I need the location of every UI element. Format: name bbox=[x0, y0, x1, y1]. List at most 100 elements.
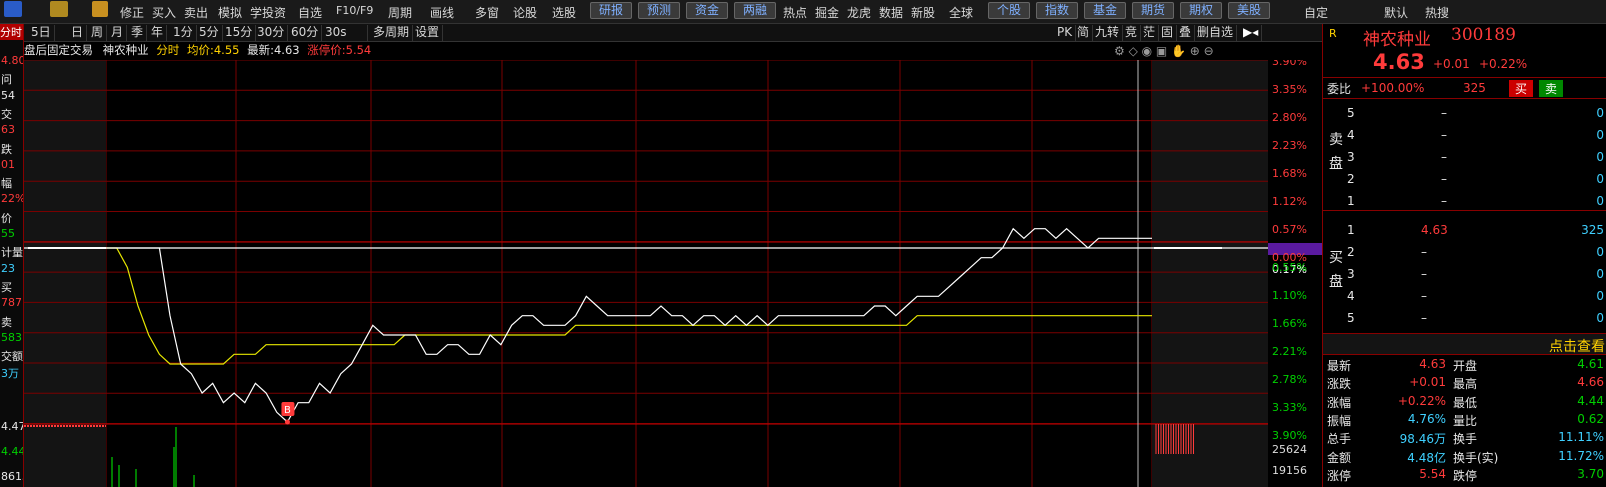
stat-value: +0.01 bbox=[1409, 375, 1446, 390]
toolbar-item[interactable]: 画线 bbox=[430, 4, 454, 21]
left-quote-strip: 分时 4.80 问 54 交 63 跌 01 幅 22% 价 55 计量 23 买 787 卖 583 交额 3万 … bbox=[0, 24, 24, 487]
axis-label-lower: 1.10% bbox=[1272, 289, 1307, 302]
toolbar-item[interactable]: 新股 bbox=[911, 4, 935, 21]
toolbar-item[interactable]: F10/F9 bbox=[336, 4, 373, 17]
avg-label: 均价: bbox=[186, 43, 214, 57]
pk-button[interactable]: PK bbox=[1054, 25, 1077, 41]
buy-level-volume: 0 bbox=[1596, 289, 1604, 303]
buy-level-price: – bbox=[1421, 267, 1427, 281]
pre-market-shade bbox=[24, 60, 106, 487]
toolbar-item[interactable]: 模拟 bbox=[218, 4, 242, 21]
toolbar-button[interactable]: 基金 bbox=[1084, 2, 1127, 19]
period-month[interactable]: 月 bbox=[108, 25, 128, 41]
simple-button[interactable]: 简 bbox=[1074, 25, 1094, 41]
settings-button[interactable]: 设置 bbox=[412, 25, 444, 41]
stat-label: 总手 bbox=[1327, 432, 1352, 447]
stat-label: 最高 bbox=[1453, 377, 1478, 392]
toolbar-item[interactable]: 热点 bbox=[783, 4, 807, 21]
delete-watchlist-button[interactable]: 删自选 bbox=[1194, 25, 1238, 41]
tab-fenshi[interactable]: 分时 bbox=[0, 24, 23, 40]
period-quarter[interactable]: 季 bbox=[128, 25, 148, 41]
toolbar-button[interactable]: 两融 bbox=[734, 2, 777, 19]
stat-value: 98.46万 bbox=[1399, 432, 1446, 447]
toolbar-item[interactable]: 周期 bbox=[388, 4, 412, 21]
toolbar-item[interactable]: 多窗 bbox=[475, 4, 499, 21]
multi-period-button[interactable]: 多周期 bbox=[370, 25, 414, 41]
price-label-bottom-2: 4.44 bbox=[1, 445, 24, 458]
stat-value: 4.63 bbox=[1419, 357, 1446, 371]
stat-value: 4.48亿 bbox=[1407, 450, 1446, 465]
buy-level-index: 3 bbox=[1347, 267, 1355, 281]
divider bbox=[1323, 98, 1606, 99]
jiuzhuan-button[interactable]: 九转 bbox=[1092, 25, 1124, 41]
toolbar-item[interactable]: 学投资 bbox=[250, 4, 286, 21]
stock-code: 300189 bbox=[1451, 25, 1516, 45]
sell-button[interactable]: 卖 bbox=[1539, 80, 1564, 97]
intraday-chart[interactable]: B 3.90%3.35%2.80%2.23%1.68%1.12%0.57%0.0… bbox=[24, 60, 1322, 487]
toolbar-item[interactable]: 默认 bbox=[1384, 4, 1408, 21]
period-1min[interactable]: 1分 bbox=[170, 25, 197, 41]
toolbar-item[interactable]: 龙虎 bbox=[847, 4, 871, 21]
stat-label: 最新 bbox=[1327, 359, 1352, 373]
latest-label: 最新: bbox=[247, 43, 274, 57]
mang-button[interactable]: 茫 bbox=[1140, 25, 1160, 41]
toolbar-button[interactable]: 指数 bbox=[1036, 2, 1079, 19]
stock-title: 神农种业 bbox=[1363, 30, 1431, 50]
toolbar-button[interactable]: 个股 bbox=[988, 2, 1031, 19]
toolbar-item[interactable]: 掘金 bbox=[815, 4, 839, 21]
days-select[interactable]: 5日 bbox=[28, 25, 55, 41]
left-strip-item: 787 bbox=[1, 296, 22, 310]
toolbar-button[interactable]: 预测 bbox=[638, 2, 681, 19]
collapse-arrow-icon[interactable]: ▶◂ bbox=[1240, 25, 1263, 41]
left-strip-item: 价 bbox=[1, 211, 12, 225]
period-day[interactable]: 日 bbox=[68, 25, 88, 41]
toolbar-item[interactable]: 买入 bbox=[152, 4, 176, 21]
avg-price-line bbox=[106, 247, 1152, 365]
period-5min[interactable]: 5分 bbox=[196, 25, 223, 41]
app-logo-icon[interactable] bbox=[4, 1, 22, 17]
toolbar-button[interactable]: 美股 bbox=[1228, 2, 1271, 19]
chart-tool-icons[interactable]: ⚙ ◇ ◉ ▣ ✋ ⊕ ⊖ bbox=[1114, 44, 1214, 58]
toolbar-item[interactable]: 热搜 bbox=[1425, 4, 1449, 21]
toolbar-button[interactable]: 研报 bbox=[590, 2, 633, 19]
stat-value: 5.54 bbox=[1419, 466, 1446, 481]
seconds-select[interactable]: 30s bbox=[322, 25, 368, 41]
fixed-button[interactable]: 固 bbox=[1158, 25, 1178, 41]
sell-level-volume: 0 bbox=[1596, 150, 1604, 164]
left-strip-item: 4.80 bbox=[1, 54, 24, 67]
period-30min[interactable]: 30分 bbox=[254, 25, 289, 41]
limit-value: 5.54 bbox=[345, 43, 372, 57]
buy-level-price: – bbox=[1421, 289, 1427, 303]
toolbar-item[interactable]: 修正 bbox=[120, 4, 144, 21]
buy-level-volume: 0 bbox=[1596, 311, 1604, 325]
sell-level-price: – bbox=[1441, 106, 1447, 120]
toolbar-item[interactable]: 选股 bbox=[552, 4, 576, 21]
toolbar-item[interactable]: 自选 bbox=[298, 4, 322, 21]
period-week[interactable]: 周 bbox=[88, 25, 108, 41]
overlay-button[interactable]: 叠 bbox=[1176, 25, 1196, 41]
auction-button[interactable]: 竞 bbox=[1122, 25, 1142, 41]
toolbar-button[interactable]: 资金 bbox=[686, 2, 729, 19]
view-details-link[interactable]: 点击查看 bbox=[1549, 336, 1605, 356]
toolbar-item[interactable]: 卖出 bbox=[184, 4, 208, 21]
period-year[interactable]: 年 bbox=[148, 25, 168, 41]
toolbar-item[interactable]: 数据 bbox=[879, 4, 903, 21]
left-strip-item: 问 bbox=[1, 73, 12, 87]
period-60min[interactable]: 60分 bbox=[288, 25, 323, 41]
price-change: +0.01 bbox=[1433, 57, 1470, 71]
buy-level-volume: 0 bbox=[1596, 245, 1604, 259]
limit-label: 涨停价: bbox=[307, 43, 346, 57]
buy-button[interactable]: 买 bbox=[1509, 80, 1534, 97]
back-arrow-icon[interactable] bbox=[50, 1, 68, 17]
sell-level-index: 2 bbox=[1347, 172, 1355, 186]
latest-value: 4.63 bbox=[273, 43, 300, 57]
stat-label: 振幅 bbox=[1327, 413, 1352, 428]
toolbar-item[interactable]: 自定 bbox=[1304, 4, 1328, 21]
toolbar-item[interactable]: 全球 bbox=[949, 4, 973, 21]
toolbar-item[interactable]: 论股 bbox=[513, 4, 537, 21]
buy-marker-dot bbox=[284, 419, 290, 425]
toolbar-button[interactable]: 期货 bbox=[1132, 2, 1175, 19]
toolbar-button[interactable]: 期权 bbox=[1180, 2, 1223, 19]
period-15min[interactable]: 15分 bbox=[222, 25, 257, 41]
download-arrow-icon[interactable] bbox=[92, 1, 108, 17]
